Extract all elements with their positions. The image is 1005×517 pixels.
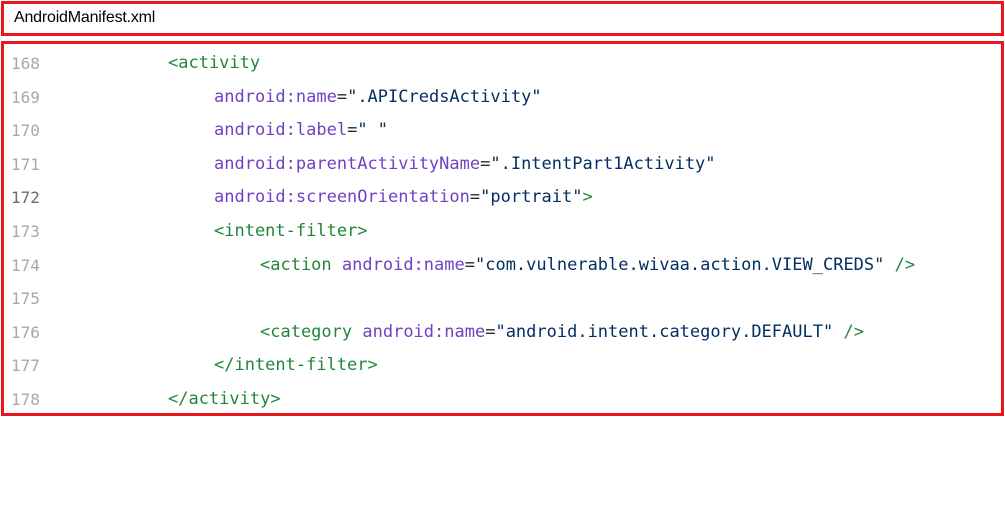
- xml-tag: <activity: [168, 53, 261, 73]
- xml-attribute-name: android:parentActivityName: [214, 153, 481, 174]
- xml-attribute-name: android:name: [341, 254, 465, 275]
- code-line: 173 <intent-filter>: [4, 215, 1001, 249]
- xml-attribute-value: ".APICredsActivity": [347, 86, 542, 107]
- equals-sign: =: [336, 86, 348, 107]
- code-line: 172 android:screenOrientation="portrait"…: [4, 181, 1001, 215]
- code-line: 178 </activity>: [4, 383, 1001, 417]
- line-code: <activity: [168, 47, 260, 81]
- line-code: </activity>: [168, 383, 281, 417]
- line-code: <category android:name="android.intent.c…: [260, 316, 864, 350]
- line-number: 172: [11, 188, 40, 208]
- code-line: 176 <category android:name="android.inte…: [4, 316, 1001, 350]
- xml-attribute-value: "android.intent.category.DEFAULT": [495, 321, 834, 342]
- xml-tag: <action: [260, 254, 332, 275]
- xml-attribute-value: "portrait": [480, 187, 583, 208]
- equals-sign: =: [347, 120, 358, 141]
- code-viewer: 168 <activity 169 android:name=".APICred…: [1, 41, 1004, 416]
- line-code: </intent-filter>: [214, 349, 378, 383]
- xml-tag: </activity>: [168, 388, 281, 409]
- code-line: 168 <activity: [4, 47, 1001, 81]
- code-line: 171 android:parentActivityName=".IntentP…: [4, 148, 1001, 182]
- line-number: 177: [11, 356, 40, 376]
- xml-tag: </intent-filter>: [214, 355, 378, 376]
- xml-attribute-value: ".IntentPart1Activity": [490, 153, 716, 174]
- xml-attribute-value: " ": [357, 120, 389, 141]
- line-number: 168: [11, 54, 40, 73]
- equals-sign: =: [464, 254, 475, 275]
- code-line: 170 android:label=" ": [4, 114, 1001, 148]
- code-line: 175: [4, 282, 1001, 316]
- equals-sign: =: [480, 153, 491, 174]
- line-number: 176: [11, 322, 40, 342]
- line-code: android:label=" ": [214, 114, 388, 148]
- line-code: <intent-filter>: [214, 215, 368, 249]
- xml-attribute-value: "com.vulnerable.wivaa.action.VIEW_CREDS": [474, 254, 885, 275]
- code-lines: 168 <activity 169 android:name=".APICred…: [4, 47, 1001, 417]
- line-number: 178: [11, 389, 40, 409]
- line-number: 170: [11, 121, 40, 141]
- line-number: 174: [11, 255, 40, 275]
- xml-tag: <intent-filter>: [214, 220, 368, 241]
- xml-attribute-name: android:name: [214, 86, 337, 107]
- line-number: 169: [11, 87, 40, 107]
- line-code: android:parentActivityName=".IntentPart1…: [214, 148, 716, 182]
- line-number: 173: [11, 221, 40, 241]
- line-code: android:screenOrientation="portrait">: [214, 181, 593, 215]
- equals-sign: =: [485, 321, 496, 342]
- tag-close: />: [833, 321, 864, 342]
- line-code: android:name=".APICredsActivity": [214, 81, 542, 115]
- xml-attribute-name: android:label: [214, 120, 348, 141]
- line-code: <action android:name="com.vulnerable.wiv…: [260, 249, 915, 283]
- line-number: 175: [11, 289, 40, 309]
- code-line: 177 </intent-filter>: [4, 349, 1001, 383]
- file-title-bar: AndroidManifest.xml: [1, 1, 1004, 36]
- equals-sign: =: [469, 187, 481, 208]
- file-name: AndroidManifest.xml: [14, 9, 156, 26]
- line-number: 171: [11, 154, 40, 174]
- tag-close: />: [884, 254, 916, 275]
- tag-close: >: [582, 187, 593, 208]
- xml-attribute-name: android:name: [362, 321, 486, 342]
- code-line: 169 android:name=".APICredsActivity": [4, 81, 1001, 115]
- code-line: 174 <action android:name="com.vulnerable…: [4, 249, 1001, 283]
- xml-attribute-name: android:screenOrientation: [214, 187, 470, 208]
- xml-tag: <category: [260, 321, 353, 342]
